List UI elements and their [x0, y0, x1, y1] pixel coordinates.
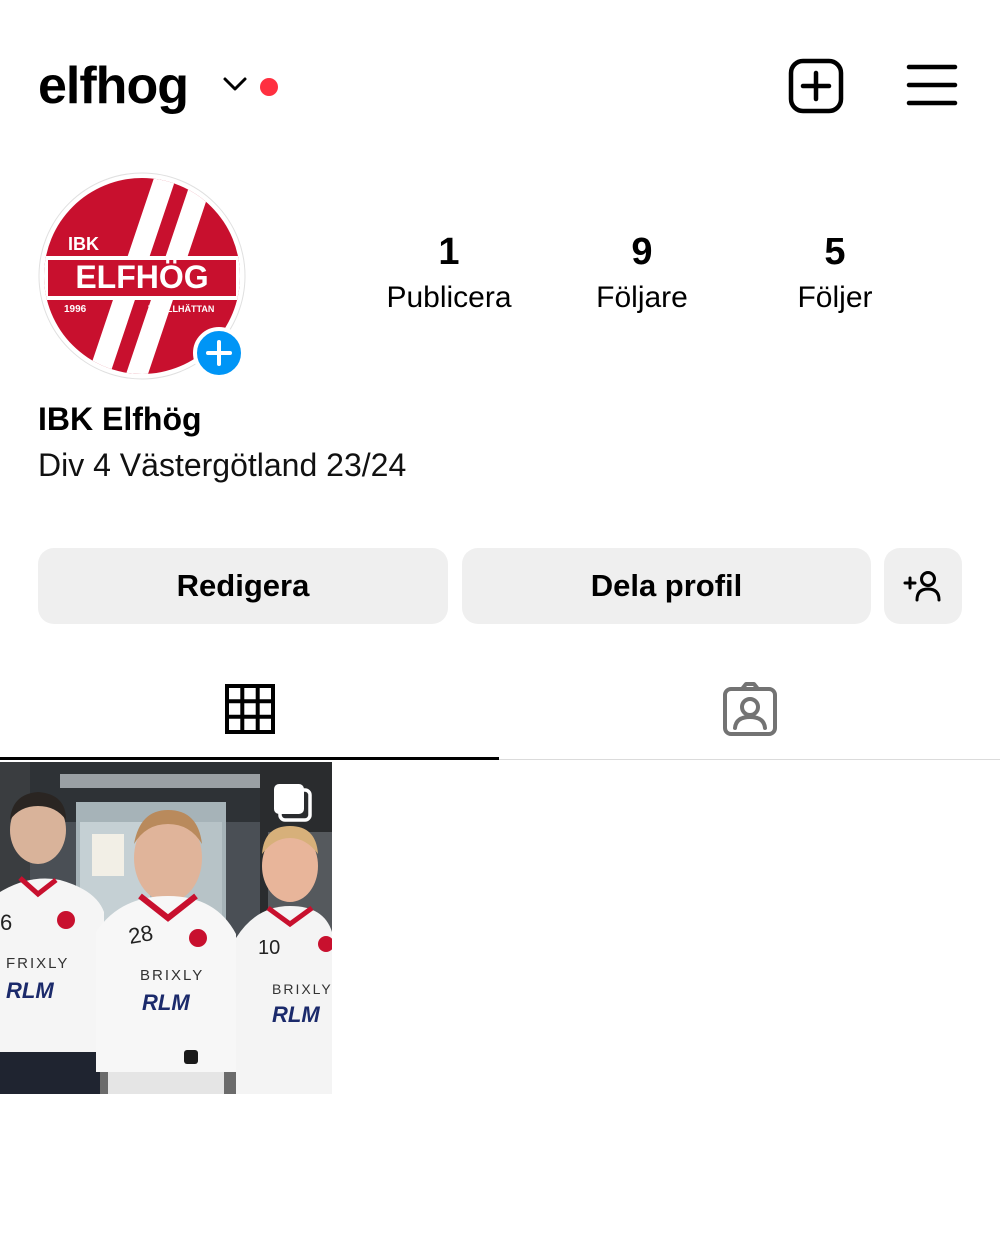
stat-following[interactable]: 5 Följer [735, 228, 935, 320]
plus-square-icon[interactable] [788, 58, 844, 114]
logo-text-city: TROLLHÄTTAN [148, 304, 214, 314]
logo-text-elfhog: ELFHÖG [75, 259, 208, 295]
sponsor-text-brixly-right: BRIXLY [272, 981, 332, 997]
stat-following-label: Följer [797, 281, 873, 314]
tagged-person-icon [723, 682, 777, 736]
jersey-number-28: 28 [127, 920, 155, 949]
stat-following-count: 5 [824, 231, 846, 273]
add-story-icon[interactable] [193, 327, 245, 379]
discover-people-button[interactable] [884, 548, 962, 624]
stat-followers-label: Följare [596, 281, 688, 314]
stat-followers[interactable]: 9 Följare [542, 228, 742, 320]
logo-text-year: 1996 [64, 304, 87, 315]
sponsor-text-brixly: BRIXLY [140, 967, 204, 984]
profile-username[interactable]: elfhog [38, 56, 189, 116]
tab-tagged[interactable] [500, 660, 1000, 758]
sponsor-text-rlm-middle: RLM [142, 990, 190, 1015]
sponsor-text-rlm-right: RLM [272, 1002, 320, 1027]
stat-posts[interactable]: 1 Publicera [349, 228, 549, 320]
logo-text-ibk: IBK [68, 234, 99, 254]
stat-posts-label: Publicera [386, 281, 512, 314]
profile-display-name: IBK Elfhög [38, 401, 202, 437]
profile-bio: Div 4 Västergötland 23/24 [38, 447, 407, 483]
stat-followers-count: 9 [631, 231, 653, 273]
grid-icon [225, 684, 275, 734]
notification-dot-icon [260, 78, 278, 96]
add-person-icon [903, 571, 941, 602]
jersey-number-6: 6 [0, 910, 12, 935]
edit-profile-button[interactable]: Redigera [38, 548, 448, 624]
stat-posts-count: 1 [438, 231, 460, 273]
tab-grid[interactable] [0, 660, 500, 758]
share-profile-button[interactable]: Dela profil [462, 548, 871, 624]
jersey-number-10: 10 [258, 937, 280, 959]
tab-active-indicator [0, 757, 499, 760]
carousel-multiple-icon [274, 784, 312, 822]
sponsor-text-rlm-left: RLM [6, 978, 54, 1003]
chevron-down-icon[interactable] [222, 74, 248, 94]
sponsor-text-frixly: FRIXLY [6, 955, 69, 972]
hamburger-menu-icon[interactable] [906, 62, 958, 108]
